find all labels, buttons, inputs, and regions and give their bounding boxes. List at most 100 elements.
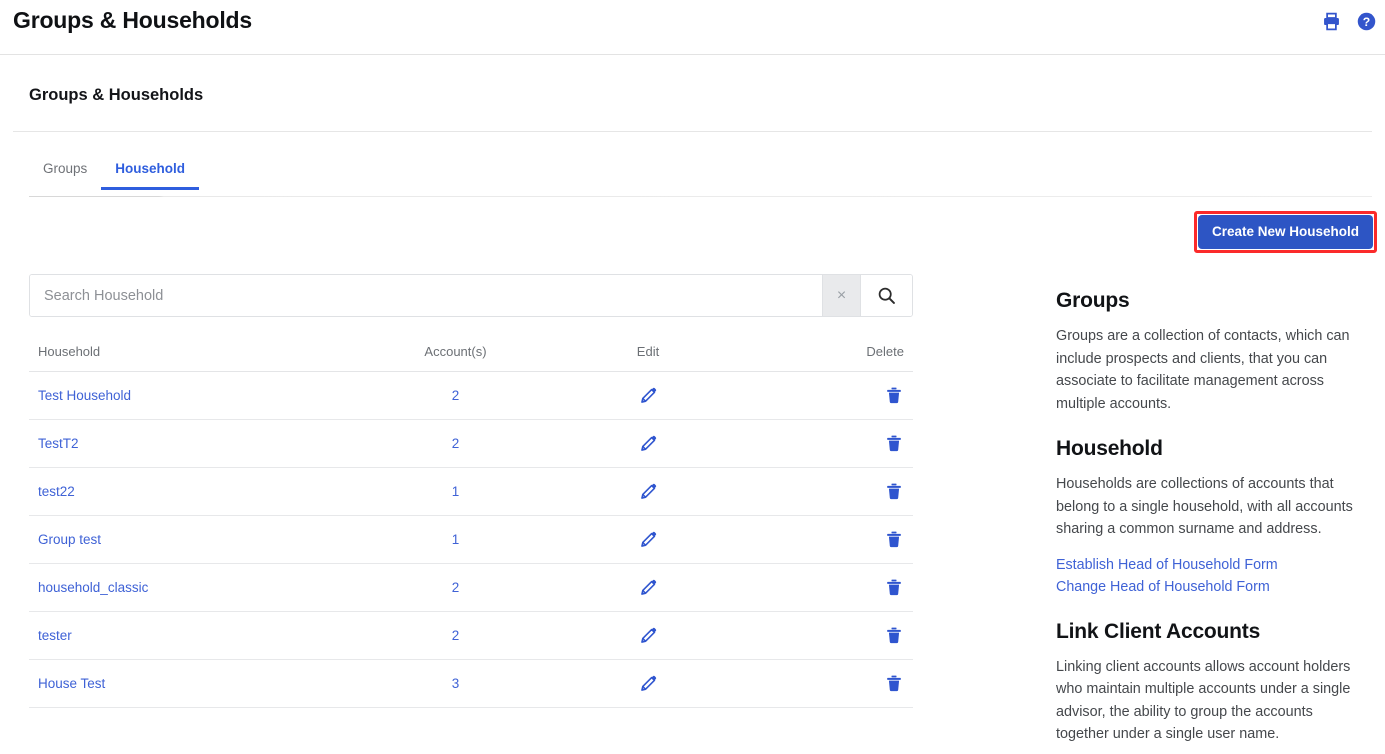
pencil-icon: [640, 483, 656, 499]
edit-household-button[interactable]: [638, 529, 659, 550]
trash-icon: [887, 435, 901, 452]
household-link[interactable]: test22: [38, 484, 75, 499]
page-body: Groups & Households Groups Household Cre…: [0, 55, 1385, 754]
info-body-groups: Groups are a collection of contacts, whi…: [1056, 328, 1350, 412]
cell-edit: [558, 659, 738, 708]
household-link[interactable]: household_classic: [38, 580, 148, 595]
table-row: House Test 3: [29, 659, 913, 708]
cell-accounts: 2: [353, 419, 558, 468]
household-link[interactable]: Test Household: [38, 388, 131, 403]
cell-accounts: 1: [353, 515, 558, 564]
accounts-count: 1: [451, 484, 460, 499]
table-row: household_classic 2: [29, 563, 913, 612]
edit-household-button[interactable]: [638, 577, 659, 598]
household-link[interactable]: House Test: [38, 676, 105, 691]
pencil-icon: [640, 579, 656, 595]
tab-household[interactable]: Household: [101, 161, 200, 190]
cell-household: tester: [29, 611, 353, 660]
cell-household: TestT2: [29, 419, 353, 468]
table-body: Test Household 2 TestT2 2 test22 1 Group test 1…: [29, 371, 913, 708]
cell-edit: [558, 467, 738, 516]
edit-household-button[interactable]: [638, 481, 659, 502]
pencil-icon: [640, 531, 656, 547]
tab-bar-divider: [29, 196, 1372, 197]
clear-search-button[interactable]: ×: [822, 275, 860, 316]
create-new-household-button[interactable]: Create New Household: [1198, 215, 1374, 249]
info-body-household: Households are collections of accounts t…: [1056, 476, 1353, 537]
cell-accounts: 2: [353, 563, 558, 612]
help-circle-icon[interactable]: ?: [1355, 10, 1377, 32]
household-link[interactable]: tester: [38, 628, 72, 643]
households-table: Household Account(s) Edit Delete Test Ho…: [29, 341, 913, 708]
top-bar-actions: ?: [1320, 10, 1377, 32]
edit-household-button[interactable]: [638, 433, 659, 454]
cell-household: household_classic: [29, 563, 353, 612]
create-new-household-highlight: Create New Household: [1194, 211, 1378, 253]
delete-household-button[interactable]: [884, 433, 904, 454]
accounts-count: 2: [451, 436, 460, 451]
column-header-edit: Edit: [558, 341, 738, 372]
svg-text:?: ?: [1362, 14, 1369, 28]
edit-household-button[interactable]: [638, 385, 659, 406]
pencil-icon: [640, 387, 656, 403]
table-row: TestT2 2: [29, 419, 913, 468]
cell-household: Group test: [29, 515, 353, 564]
link-establish-head-of-household-form[interactable]: Establish Head of Household Form: [1056, 554, 1368, 576]
cell-edit: [558, 419, 738, 468]
trash-icon: [887, 579, 901, 596]
page-title: Groups & Households: [13, 7, 252, 33]
search-icon: [878, 287, 895, 304]
cell-accounts: 2: [353, 611, 558, 660]
accounts-count: 3: [451, 676, 460, 691]
delete-household-button[interactable]: [884, 625, 904, 646]
accounts-count: 1: [451, 532, 460, 547]
section-divider: [13, 131, 1372, 132]
cell-edit: [558, 371, 738, 420]
pencil-icon: [640, 435, 656, 451]
cell-delete: [738, 467, 913, 516]
table-header-row: Household Account(s) Edit Delete: [29, 341, 913, 372]
help-circle-icon-glyph: ?: [1357, 12, 1375, 30]
cell-household: Test Household: [29, 371, 353, 420]
cell-edit: [558, 563, 738, 612]
table-header: Household Account(s) Edit Delete: [29, 341, 913, 372]
top-bar: Groups & Households ?: [0, 0, 1385, 55]
search-button[interactable]: [860, 275, 912, 316]
cell-delete: [738, 371, 913, 420]
table-row: test22 1: [29, 467, 913, 516]
edit-household-button[interactable]: [638, 625, 659, 646]
cell-household: House Test: [29, 659, 353, 708]
search-bar: ×: [29, 274, 913, 317]
delete-household-button[interactable]: [884, 577, 904, 598]
table-row: Group test 1: [29, 515, 913, 564]
link-change-head-of-household-form[interactable]: Change Head of Household Form: [1056, 576, 1368, 598]
accounts-count: 2: [451, 580, 460, 595]
cell-delete: [738, 611, 913, 660]
trash-icon: [887, 387, 901, 404]
delete-household-button[interactable]: [884, 529, 904, 550]
trash-icon: [887, 483, 901, 500]
tab-groups[interactable]: Groups: [29, 161, 101, 190]
edit-household-button[interactable]: [638, 673, 659, 694]
delete-household-button[interactable]: [884, 385, 904, 406]
info-links-household: Establish Head of Household Form Change …: [1056, 554, 1368, 598]
delete-household-button[interactable]: [884, 673, 904, 694]
cell-delete: [738, 419, 913, 468]
household-link[interactable]: Group test: [38, 532, 101, 547]
cell-accounts: 1: [353, 467, 558, 516]
cell-delete: [738, 563, 913, 612]
trash-icon: [887, 627, 901, 644]
cell-household: test22: [29, 467, 353, 516]
household-link[interactable]: TestT2: [38, 436, 79, 451]
cell-delete: [738, 659, 913, 708]
info-body-link-client-accounts: Linking client accounts allows account h…: [1056, 658, 1351, 743]
info-heading-groups: Groups: [1056, 289, 1130, 312]
table-row: tester 2: [29, 611, 913, 660]
column-header-household: Household: [29, 341, 353, 372]
print-icon[interactable]: [1320, 10, 1342, 32]
tab-bar: Groups Household: [29, 161, 200, 190]
section-title: Groups & Households: [29, 86, 204, 104]
delete-household-button[interactable]: [884, 481, 904, 502]
search-input[interactable]: [30, 275, 822, 316]
info-heading-household: Household: [1056, 437, 1163, 460]
